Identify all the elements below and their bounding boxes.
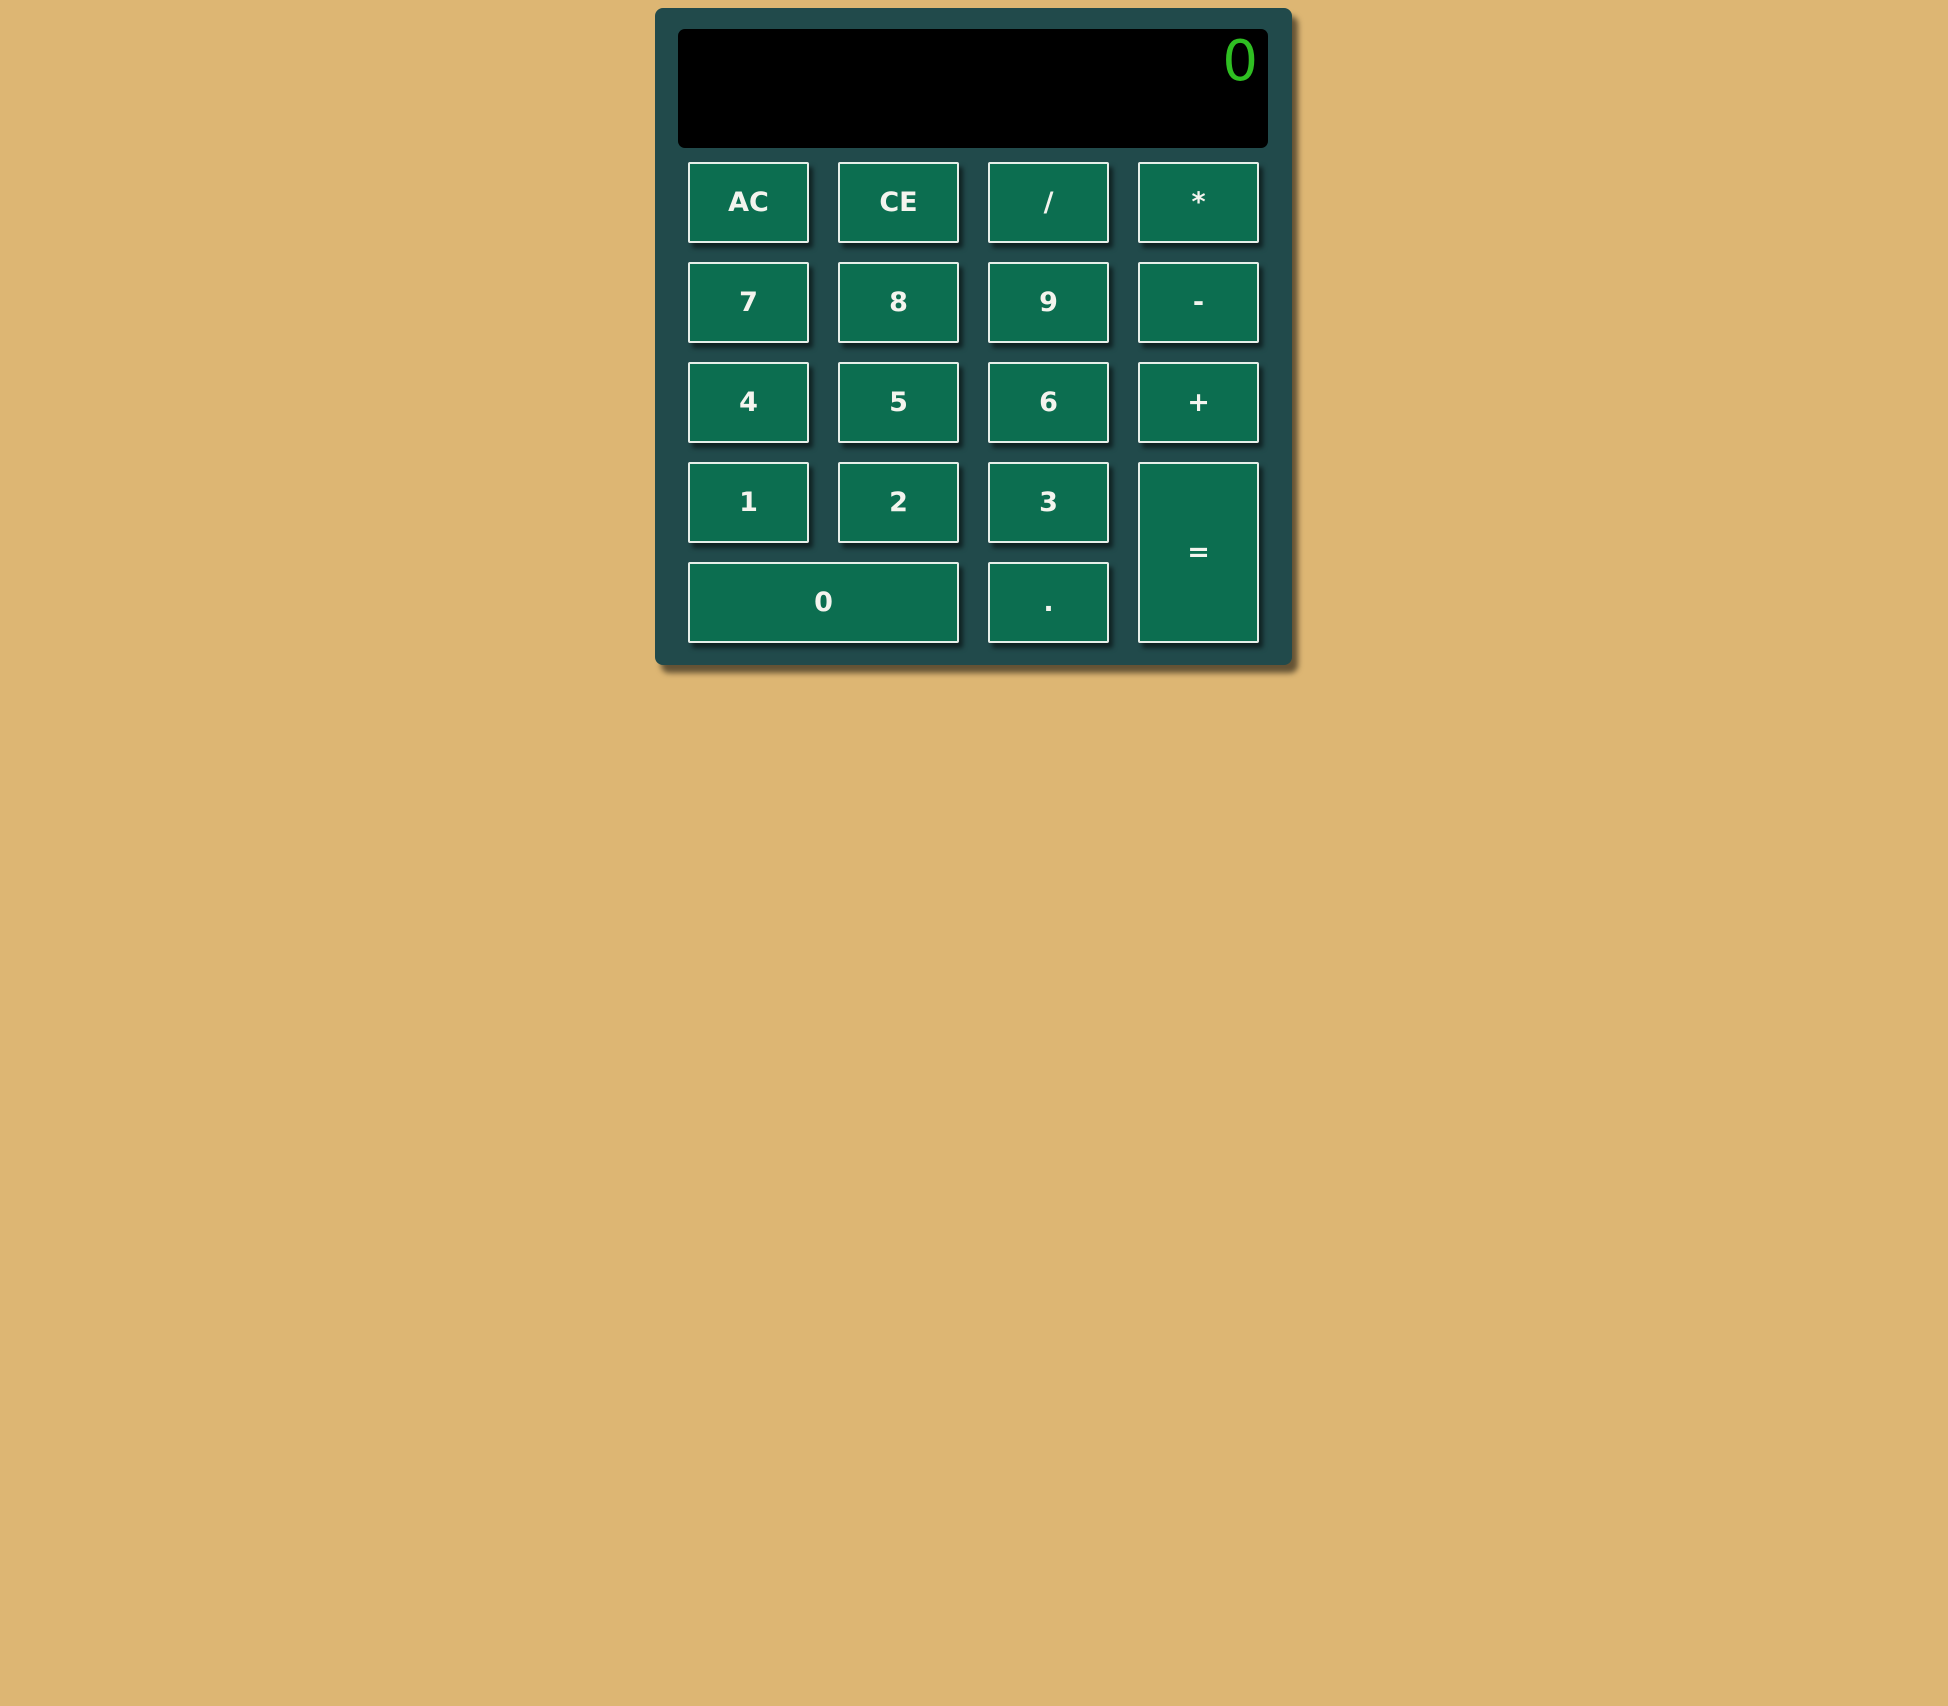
all-clear-button[interactable]: AC <box>688 162 809 243</box>
equals-button[interactable]: = <box>1138 462 1259 643</box>
digit-6-button[interactable]: 6 <box>988 362 1109 443</box>
clear-entry-button[interactable]: CE <box>838 162 959 243</box>
digit-0-button[interactable]: 0 <box>688 562 959 643</box>
digit-3-button[interactable]: 3 <box>988 462 1109 543</box>
digit-2-button[interactable]: 2 <box>838 462 959 543</box>
multiply-button[interactable]: * <box>1138 162 1259 243</box>
calculator-display: 0 <box>678 29 1268 148</box>
divide-button[interactable]: / <box>988 162 1109 243</box>
calculator: 0 AC CE / * 7 8 9 - 4 5 6 + 1 2 3 = 0 . <box>655 8 1292 665</box>
subtract-button[interactable]: - <box>1138 262 1259 343</box>
digit-1-button[interactable]: 1 <box>688 462 809 543</box>
digit-5-button[interactable]: 5 <box>838 362 959 443</box>
display-value: 0 <box>1222 29 1258 94</box>
digit-4-button[interactable]: 4 <box>688 362 809 443</box>
decimal-button[interactable]: . <box>988 562 1109 643</box>
digit-7-button[interactable]: 7 <box>688 262 809 343</box>
digit-8-button[interactable]: 8 <box>838 262 959 343</box>
digit-9-button[interactable]: 9 <box>988 262 1109 343</box>
add-button[interactable]: + <box>1138 362 1259 443</box>
